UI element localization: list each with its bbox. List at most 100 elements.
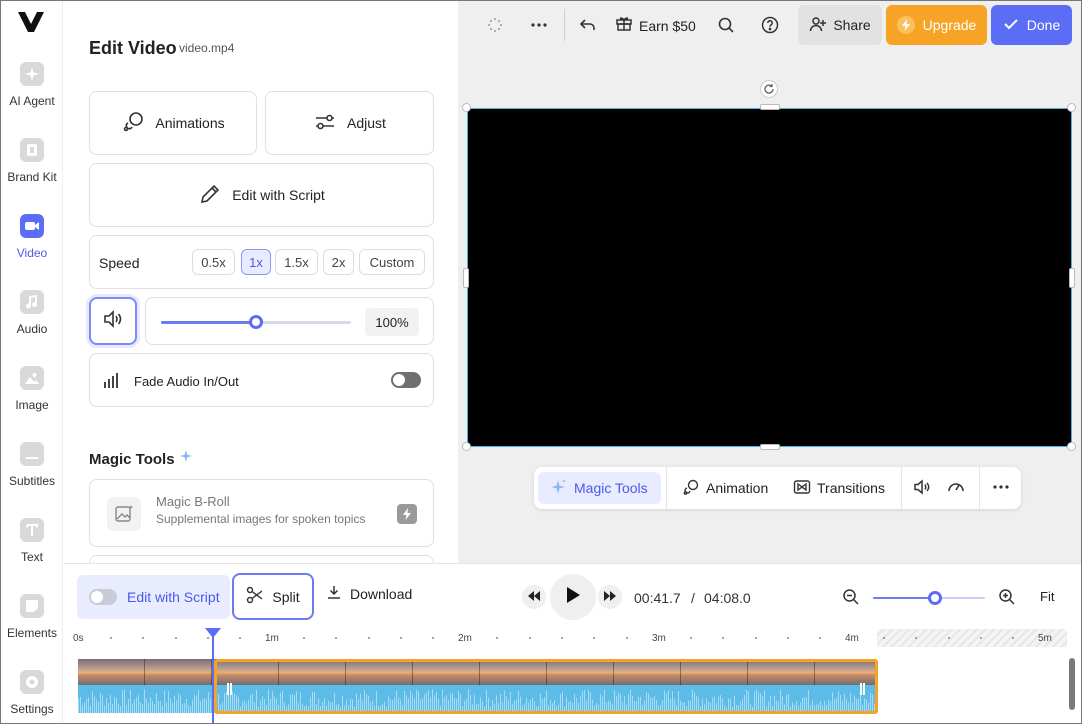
sidebar-item-subtitles[interactable]: Subtitles [1, 442, 63, 512]
magic-tools-label: Magic Tools [574, 480, 648, 496]
app-window: AI Agent Brand Kit Video Audio Image Sub… [0, 0, 1082, 724]
speed-option-1-5x[interactable]: 1.5x [275, 249, 318, 275]
fit-button[interactable]: Fit [1040, 589, 1054, 604]
video-canvas[interactable] [467, 108, 1072, 447]
ruler-tick [367, 637, 370, 639]
volume-slider-fill [161, 321, 256, 324]
edit-with-script-button[interactable]: Edit with Script [89, 163, 434, 227]
ruler-tick [303, 637, 306, 639]
resize-handle-bottom-left[interactable] [462, 442, 471, 451]
done-button[interactable]: Done [991, 5, 1072, 45]
magic-tools-button[interactable]: Magic Tools [538, 472, 661, 504]
share-button[interactable]: Share [798, 5, 882, 45]
app-logo[interactable] [17, 11, 45, 35]
sidebar-item-elements[interactable]: Elements [1, 594, 63, 664]
animations-label: Animations [155, 115, 225, 131]
resize-handle-top[interactable] [760, 104, 780, 110]
brand-kit-icon [20, 138, 44, 162]
download-button[interactable]: Download [326, 584, 412, 603]
sidebar-item-audio[interactable]: Audio [1, 290, 63, 360]
timeline-scrollbar[interactable] [1069, 658, 1075, 710]
ruler-label: 1m [265, 633, 279, 644]
resize-handle-right[interactable] [1069, 268, 1075, 288]
help-icon[interactable] [759, 14, 781, 36]
gear-icon [20, 670, 44, 694]
sliders-icon [313, 110, 337, 137]
volume-value[interactable]: 100% [365, 308, 419, 336]
edit-with-script-label: Edit with Script [232, 187, 325, 203]
animations-button[interactable]: Animations [89, 91, 257, 155]
playhead[interactable] [212, 629, 214, 723]
more-options-button[interactable] [986, 472, 1016, 504]
search-icon[interactable] [715, 14, 737, 36]
music-note-icon [20, 290, 44, 314]
sidebar-item-ai-agent[interactable]: AI Agent [1, 62, 63, 132]
edit-with-script-toggle[interactable] [89, 589, 117, 605]
animation-label: Animation [706, 480, 769, 496]
animation-icon [682, 478, 700, 499]
speed-option-0-5x[interactable]: 0.5x [192, 249, 235, 275]
sidebar-item-settings[interactable]: Settings [1, 670, 63, 723]
speed-option-1x[interactable]: 1x [241, 249, 271, 275]
timeline-edit-with-script-button[interactable]: Edit with Script [77, 575, 230, 619]
clip-selection[interactable] [214, 659, 878, 714]
undo-icon[interactable] [577, 14, 599, 36]
zoom-slider[interactable] [873, 591, 985, 605]
magic-broll-card[interactable]: Magic B-Roll Supplemental images for spo… [89, 479, 434, 547]
volume-mute-button[interactable] [89, 297, 137, 345]
resize-handle-bottom-right[interactable] [1067, 442, 1076, 451]
sidebar-item-label: Settings [10, 702, 54, 716]
zoom-slider-fill [873, 597, 935, 599]
fast-forward-icon [604, 588, 616, 606]
sidebar-item-text[interactable]: Text [1, 518, 63, 588]
upgrade-button[interactable]: Upgrade [886, 5, 987, 45]
zoom-in-icon[interactable] [998, 588, 1016, 611]
adjust-button[interactable]: Adjust [265, 91, 434, 155]
ruler-tick [625, 637, 628, 639]
playhead-marker[interactable] [205, 628, 221, 638]
subtitles-icon [20, 442, 44, 466]
volume-slider[interactable] [161, 315, 351, 329]
transitions-icon [793, 478, 811, 499]
sidebar-item-label: Brand Kit [7, 170, 57, 184]
animation-button[interactable]: Animation [676, 472, 774, 504]
resize-handle-top-right[interactable] [1067, 103, 1076, 112]
trim-handle-left[interactable] [227, 683, 232, 695]
split-button[interactable]: Split [232, 573, 314, 620]
fade-audio-toggle[interactable] [391, 372, 421, 388]
ruler-tick [947, 637, 950, 639]
fade-audio-row: Fade Audio In/Out [89, 353, 434, 407]
earn-button[interactable]: Earn $50 [615, 14, 696, 37]
ruler-tick [174, 637, 177, 639]
split-label: Split [272, 588, 300, 605]
ruler-tick [786, 637, 789, 639]
volume-button[interactable] [906, 472, 938, 504]
sidebar-item-label: Text [20, 550, 43, 564]
animation-icon [121, 110, 145, 137]
resize-handle-left[interactable] [463, 268, 469, 288]
transitions-button[interactable]: Transitions [787, 472, 891, 504]
zoom-slider-thumb[interactable] [927, 591, 942, 605]
speed-option-custom[interactable]: Custom [359, 249, 425, 275]
volume-slider-thumb[interactable] [249, 315, 263, 329]
bolt-icon [896, 16, 915, 34]
sidebar-item-image[interactable]: Image [1, 366, 63, 436]
zoom-out-icon[interactable] [842, 588, 860, 611]
rewind-button[interactable] [522, 585, 546, 609]
signal-bars-icon [102, 370, 122, 395]
play-button[interactable] [550, 574, 596, 620]
resize-handle-bottom[interactable] [760, 444, 780, 450]
edit-with-script-label: Edit with Script [127, 589, 220, 605]
speaker-icon [102, 308, 124, 335]
more-icon[interactable] [528, 14, 550, 36]
rotate-handle[interactable] [760, 80, 778, 98]
gift-icon [615, 14, 633, 37]
sidebar-item-brand-kit[interactable]: Brand Kit [1, 138, 63, 208]
ruler-tick [754, 637, 757, 639]
resize-handle-top-left[interactable] [462, 103, 471, 112]
sidebar-item-video[interactable]: Video [1, 214, 63, 284]
trim-handle-right[interactable] [860, 683, 865, 695]
fast-forward-button[interactable] [598, 585, 622, 609]
speed-button[interactable] [940, 472, 972, 504]
speed-option-2x[interactable]: 2x [323, 249, 354, 275]
